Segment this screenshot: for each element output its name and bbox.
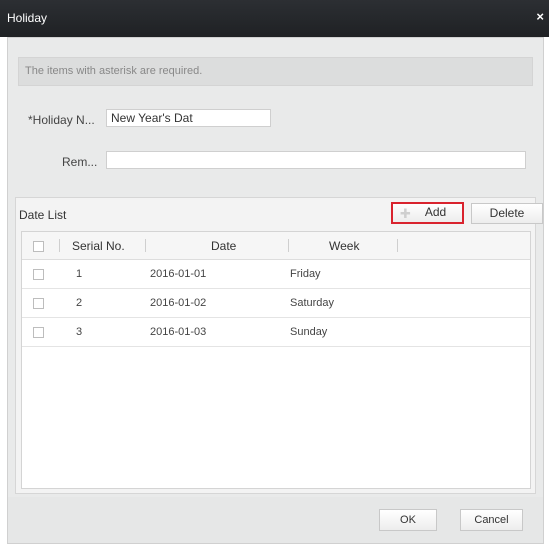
date-table: Serial No. Date Week 1 2016-01-01 Friday… bbox=[21, 231, 531, 489]
table-row[interactable]: 1 2016-01-01 Friday bbox=[22, 260, 530, 289]
delete-button-label: Delete bbox=[489, 206, 525, 220]
delete-button[interactable]: Delete bbox=[471, 203, 543, 224]
close-icon[interactable]: × bbox=[536, 9, 544, 24]
column-header-serial[interactable]: Serial No. bbox=[72, 239, 125, 253]
remark-label: Rem... bbox=[62, 155, 98, 169]
remark-input[interactable] bbox=[106, 151, 526, 169]
required-note-bar: The items with asterisk are required. bbox=[18, 57, 533, 86]
row-checkbox[interactable] bbox=[33, 327, 44, 338]
select-all-checkbox[interactable] bbox=[33, 241, 44, 252]
column-separator bbox=[145, 239, 146, 252]
column-separator bbox=[59, 239, 60, 252]
row-serial: 1 bbox=[76, 268, 83, 280]
ok-button[interactable]: OK bbox=[379, 509, 437, 531]
row-week: Friday bbox=[290, 268, 321, 280]
table-header: Serial No. Date Week bbox=[22, 232, 530, 260]
date-list-panel: Date List ✚ Add Delete Serial No. Date W… bbox=[15, 197, 543, 494]
row-date: 2016-01-01 bbox=[150, 268, 207, 280]
table-row[interactable]: 3 2016-01-03 Sunday bbox=[22, 318, 530, 347]
holiday-name-label: *Holiday N... bbox=[28, 113, 95, 127]
cancel-button-label: Cancel bbox=[474, 514, 509, 526]
dialog-body: The items with asterisk are required. *H… bbox=[7, 37, 544, 544]
row-week: Sunday bbox=[290, 326, 328, 338]
row-date: 2016-01-03 bbox=[150, 326, 207, 338]
ok-button-label: OK bbox=[400, 514, 416, 526]
column-separator bbox=[288, 239, 289, 252]
row-serial: 2 bbox=[76, 297, 83, 309]
date-list-title: Date List bbox=[19, 208, 67, 222]
row-checkbox[interactable] bbox=[33, 298, 44, 309]
row-week: Saturday bbox=[290, 297, 335, 309]
row-serial: 3 bbox=[76, 326, 83, 338]
dialog-titlebar: Holiday × bbox=[0, 0, 549, 37]
add-button-label: Add bbox=[424, 205, 447, 219]
column-separator bbox=[397, 239, 398, 252]
required-note: The items with asterisk are required. bbox=[25, 65, 203, 77]
table-row[interactable]: 2 2016-01-02 Saturday bbox=[22, 289, 530, 318]
plus-icon: ✚ bbox=[400, 206, 411, 221]
row-date: 2016-01-02 bbox=[150, 297, 207, 309]
column-header-date[interactable]: Date bbox=[211, 239, 236, 253]
cancel-button[interactable]: Cancel bbox=[460, 509, 523, 531]
row-checkbox[interactable] bbox=[33, 269, 44, 280]
dialog-footer: OK Cancel bbox=[8, 497, 543, 543]
holiday-name-input[interactable] bbox=[106, 109, 271, 127]
dialog-title: Holiday bbox=[7, 11, 48, 25]
column-header-week[interactable]: Week bbox=[329, 239, 359, 253]
add-button[interactable]: ✚ Add bbox=[391, 202, 464, 224]
